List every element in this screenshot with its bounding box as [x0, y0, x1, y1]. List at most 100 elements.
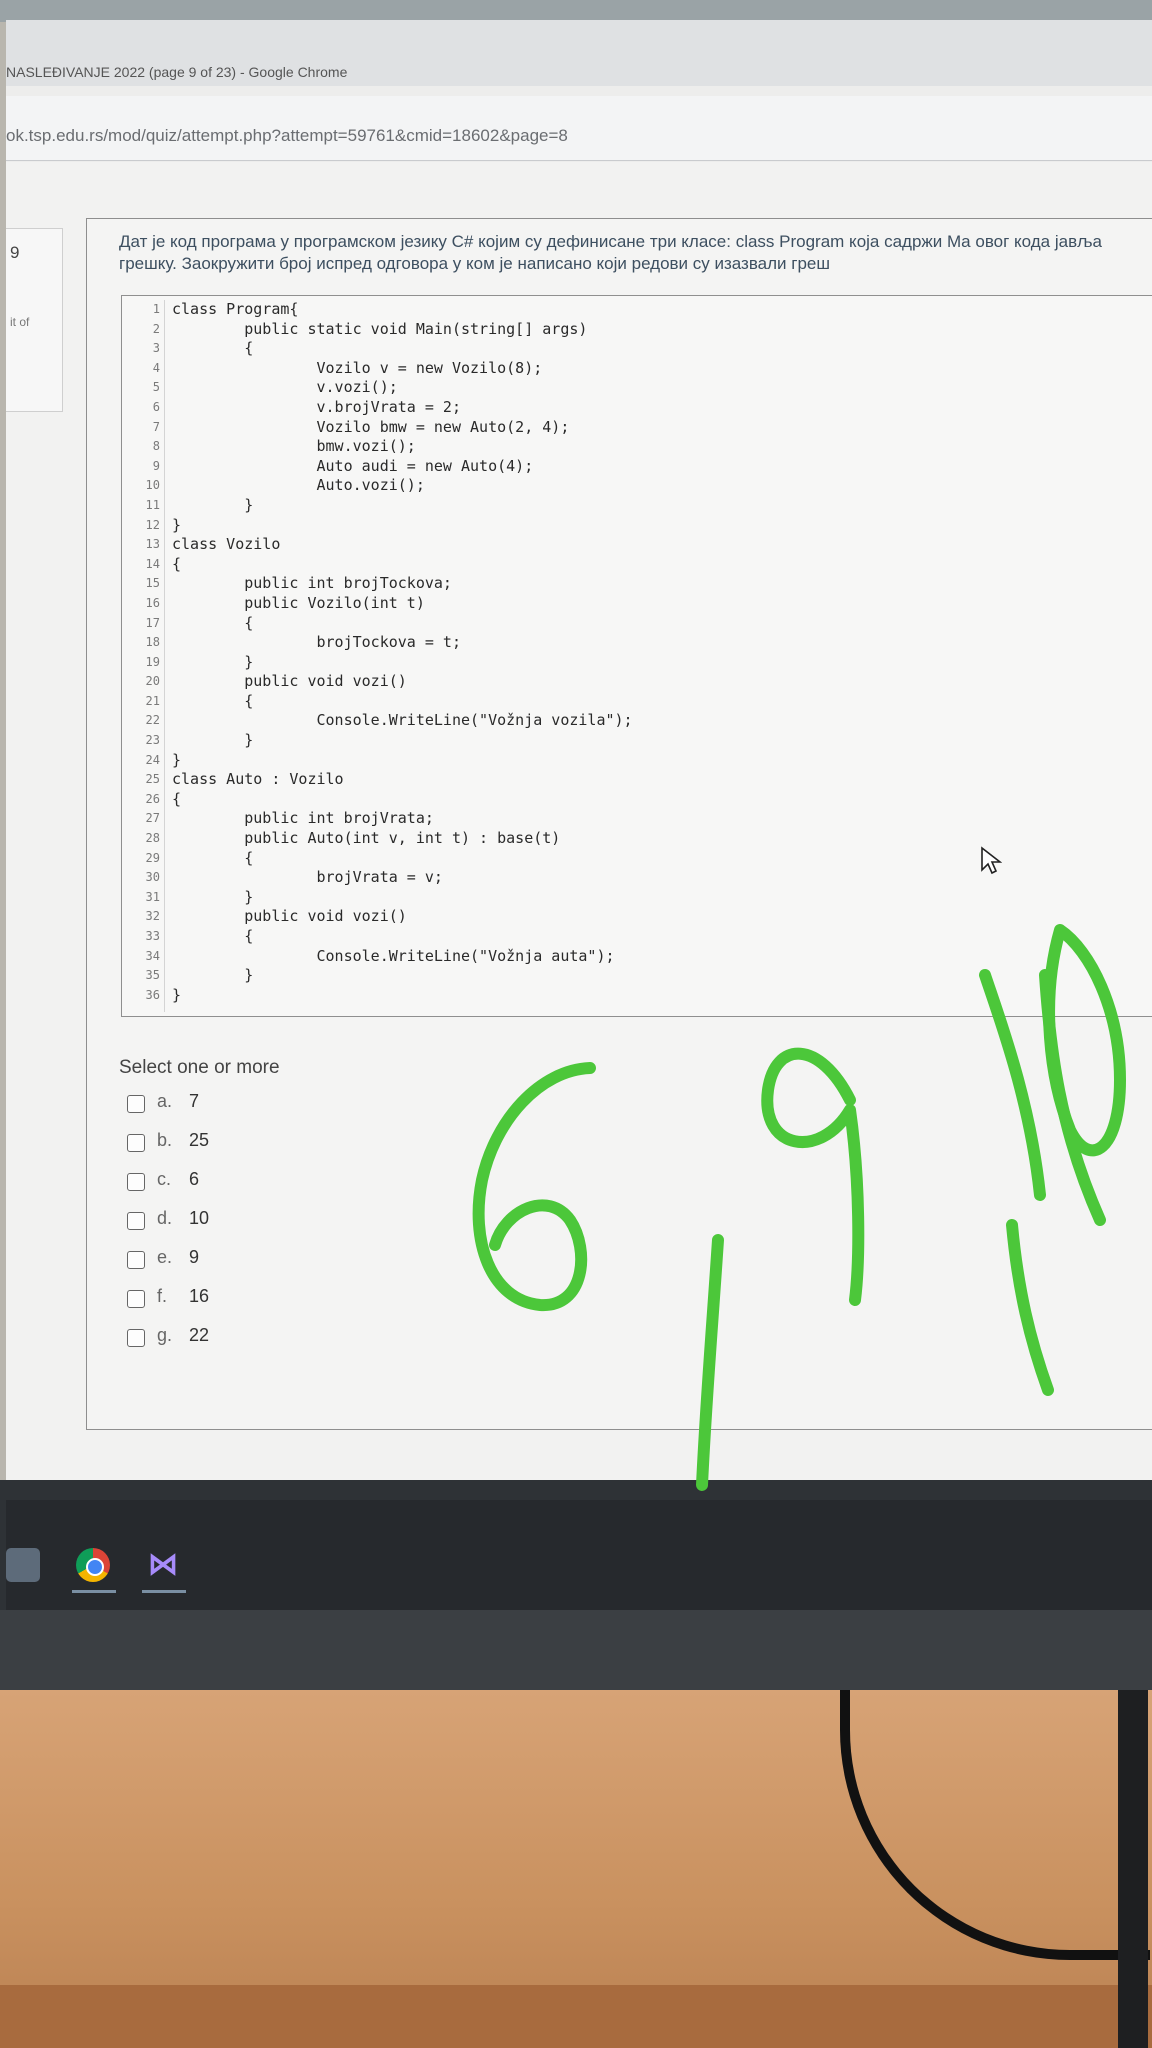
code-text: v.vozi();: [172, 378, 398, 397]
code-line: 13 class Vozilo: [122, 535, 1152, 555]
code-line: 20 public void vozi(): [122, 672, 1152, 692]
answer-checkbox[interactable]: [127, 1134, 145, 1152]
option-value: 9: [189, 1247, 200, 1267]
line-number: 6: [152, 399, 160, 414]
answer-options: a. 7 b. 25 c. 6 d. 10 e. 9 f. 16 g. 22: [127, 1089, 347, 1362]
line-number: 26: [145, 791, 160, 806]
chrome-icon[interactable]: [76, 1548, 110, 1582]
code-text: }: [172, 985, 182, 1004]
answer-option[interactable]: d. 10: [127, 1206, 347, 1245]
code-lines: 1 class Program{2 public static void Main…: [122, 300, 1152, 1005]
code-line: 12}: [122, 516, 1152, 536]
code-text: class Program{: [172, 300, 299, 318]
code-line: 36}: [122, 986, 1152, 1006]
line-number: 31: [145, 889, 160, 904]
code-text: public Auto(int v, int t) : base(t): [172, 829, 561, 848]
line-number: 7: [152, 419, 160, 434]
option-letter: g.: [157, 1325, 173, 1345]
code-line: 21 {: [122, 692, 1152, 712]
code-text: {: [172, 691, 254, 710]
option-value: 25: [189, 1130, 210, 1150]
desk-edge: [0, 1985, 1152, 2048]
code-line: 6 v.brojVrata = 2;: [122, 398, 1152, 418]
line-number: 24: [145, 752, 160, 767]
code-line: 16 public Vozilo(int t): [122, 594, 1152, 614]
question-box: Дат је код програма у програмском језику…: [86, 218, 1152, 1430]
visual-studio-icon[interactable]: ⋈: [146, 1548, 180, 1582]
address-bar[interactable]: ok.tsp.edu.rs/mod/quiz/attempt.php?attem…: [6, 96, 1152, 161]
answer-checkbox[interactable]: [127, 1251, 145, 1269]
code-line: 3 {: [122, 339, 1152, 359]
vs-active-indicator: [142, 1590, 186, 1593]
code-text: brojVrata = v;: [172, 868, 443, 887]
line-number: 35: [145, 968, 160, 983]
line-number: 18: [145, 635, 160, 650]
line-number: 13: [145, 537, 160, 552]
option-letter: c.: [157, 1169, 172, 1189]
code-text: public int brojTockova;: [172, 574, 452, 593]
code-text: {: [172, 848, 254, 867]
code-line: 19 }: [122, 653, 1152, 673]
answer-option[interactable]: a. 7: [127, 1089, 347, 1128]
code-line: 7 Vozilo bmw = new Auto(2, 4);: [122, 418, 1152, 438]
answer-checkbox[interactable]: [127, 1212, 145, 1230]
answer-checkbox[interactable]: [127, 1095, 145, 1113]
select-prompt: Select one or more: [119, 1057, 280, 1078]
line-number: 16: [145, 595, 160, 610]
answer-option[interactable]: g. 22: [127, 1323, 347, 1362]
code-line: 10 Auto.vozi();: [122, 476, 1152, 496]
option-value: 22: [189, 1325, 210, 1345]
answer-checkbox[interactable]: [127, 1290, 145, 1308]
line-number: 14: [145, 556, 160, 571]
code-text: Console.WriteLine("Vožnja auta");: [172, 946, 615, 965]
code-line: 2 public static void Main(string[] args): [122, 320, 1152, 340]
line-number: 5: [152, 380, 160, 395]
code-line: 25 class Auto : Vozilo: [122, 770, 1152, 790]
code-line: 31 }: [122, 888, 1152, 908]
code-line: 1 class Program{: [122, 300, 1152, 320]
file-explorer-icon[interactable]: [6, 1548, 40, 1582]
answer-option[interactable]: e. 9: [127, 1245, 347, 1284]
option-value: 16: [189, 1286, 210, 1306]
quiz-page: 9 it of Дат је код програма у програмско…: [6, 162, 1152, 1490]
answer-checkbox[interactable]: [127, 1173, 145, 1191]
code-line: 17 {: [122, 614, 1152, 634]
answer-option[interactable]: c. 6: [127, 1167, 347, 1206]
option-letter: f.: [157, 1286, 168, 1306]
code-line: 24}: [122, 751, 1152, 771]
question-number: 9: [10, 243, 20, 262]
code-text: Auto audi = new Auto(4);: [172, 456, 534, 475]
taskbar: ⋈: [6, 1500, 1152, 1610]
answer-option[interactable]: f. 16: [127, 1284, 347, 1323]
code-text: public void vozi(): [172, 907, 407, 926]
line-number: 25: [145, 772, 160, 787]
code-text: public void vozi(): [172, 672, 407, 691]
code-text: Vozilo bmw = new Auto(2, 4);: [172, 417, 570, 436]
option-letter: d.: [157, 1208, 173, 1228]
code-line: 27 public int brojVrata;: [122, 809, 1152, 829]
line-number: 9: [152, 458, 160, 473]
line-number: 2: [152, 321, 160, 336]
code-text: {: [172, 789, 182, 808]
url-text[interactable]: ok.tsp.edu.rs/mod/quiz/attempt.php?attem…: [6, 126, 568, 146]
monitor-screen: NASLEĐIVANJE 2022 (page 9 of 23) - Googl…: [6, 20, 1152, 1490]
code-line: 11 }: [122, 496, 1152, 516]
line-number: 27: [145, 811, 160, 826]
code-listing: 1 class Program{2 public static void Main…: [121, 295, 1152, 1017]
answer-checkbox[interactable]: [127, 1329, 145, 1347]
code-line: 15 public int brojTockova;: [122, 574, 1152, 594]
option-value: 6: [189, 1169, 200, 1189]
code-text: }: [172, 515, 182, 534]
code-text: Console.WriteLine("Vožnja vozila");: [172, 711, 633, 730]
line-number: 4: [152, 360, 160, 375]
answer-option[interactable]: b. 25: [127, 1128, 347, 1167]
code-text: }: [172, 652, 254, 671]
line-number: 33: [145, 929, 160, 943]
monitor-frame-bottom: [0, 1610, 1152, 1690]
code-line: 22 Console.WriteLine("Vožnja vozila");: [122, 711, 1152, 731]
code-line: 23 }: [122, 731, 1152, 751]
line-number: 21: [145, 693, 160, 708]
code-text: {: [172, 554, 182, 573]
code-line: 33 {: [122, 927, 1152, 947]
code-text: bmw.vozi();: [172, 437, 416, 456]
